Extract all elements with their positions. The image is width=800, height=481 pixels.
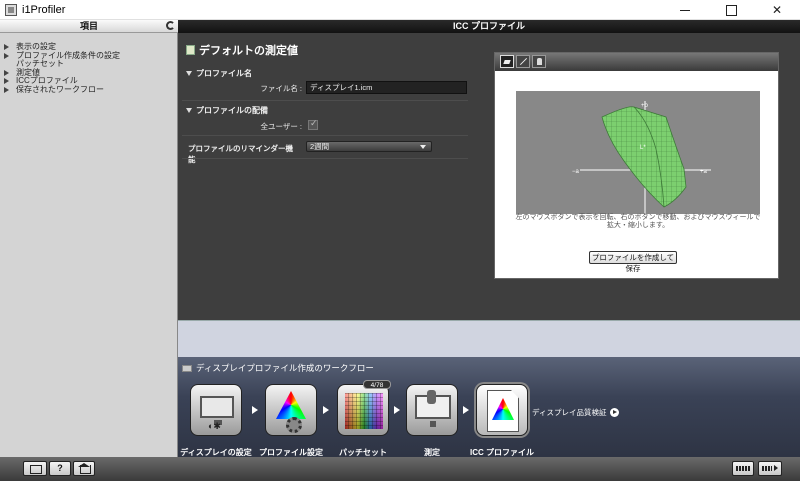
profile-preview-panel: +b −a +a L* 左のマウスボタンで表示を回転、右のボタンで移動、およびマ…: [494, 52, 779, 279]
expand-icon[interactable]: [4, 44, 9, 50]
sidebar-title: 項目: [79, 21, 98, 31]
close-icon: ✕: [771, 3, 783, 17]
page-title: ICC プロファイル: [178, 20, 800, 33]
gamut-3d-icon[interactable]: [500, 55, 514, 68]
previous-button[interactable]: [732, 461, 754, 476]
workflow-arrow-icon: [252, 406, 258, 414]
monitor-icon: [182, 365, 192, 372]
status-strip: [178, 320, 800, 357]
filename-input[interactable]: ディスプレイ1.icm: [306, 81, 467, 94]
preview-help-text: 左のマウスボタンで表示を回転、右のボタンで移動、およびマウスウィールで拡大・縮小…: [515, 214, 761, 229]
title-bar: i1Profiler ✕: [0, 0, 800, 20]
divider: [182, 135, 468, 136]
gamut-plot: +b −a +a L*: [572, 101, 711, 214]
minimize-button[interactable]: [662, 0, 708, 20]
workflow-step-patch-set[interactable]: [337, 384, 389, 436]
workflow-title-text: ディスプレイプロファイル作成のワークフロー: [196, 363, 374, 373]
verify-label: ディスプレイ品質検証: [532, 408, 607, 417]
colorimeter-icon: [427, 390, 436, 404]
main-panel: ICC プロファイル デフォルトの測定値 プロファイル名 ファイル名 : ディス…: [178, 20, 800, 320]
workflow-step-display-settings[interactable]: ◐✱: [190, 384, 242, 436]
section-title-text: デフォルトの測定値: [199, 45, 298, 57]
display-quality-verify-link[interactable]: ディスプレイ品質検証: [532, 407, 620, 418]
workflow-bar: ディスプレイプロファイル作成のワークフロー ◐✱ ディスプレイの設定 プロファイ…: [178, 357, 800, 457]
chevron-down-icon: [420, 145, 426, 149]
reminder-select[interactable]: 2週間: [306, 141, 432, 152]
gamut-shape: [601, 106, 687, 208]
sidebar-list: 表示の設定 プロファイル作成条件の設定 パッチセット 測定値 ICCプロファイル…: [4, 42, 174, 95]
all-users-label: 全ユーザー :: [260, 122, 302, 131]
collapse-icon[interactable]: [186, 71, 192, 76]
patch-count-badge: 4/78: [363, 380, 391, 389]
gear-icon: [286, 417, 302, 433]
axis-label-minus-a: −a: [572, 169, 580, 175]
profile-distribution-header[interactable]: プロファイルの配備: [186, 105, 268, 116]
next-button[interactable]: [758, 461, 782, 476]
expand-icon[interactable]: [4, 78, 9, 84]
patch-set-icon: [345, 393, 383, 429]
expand-icon[interactable]: [4, 86, 9, 93]
workflow-arrow-icon: [463, 406, 469, 414]
preview-toolbar: [495, 53, 778, 71]
axis-label-l: L*: [640, 145, 646, 151]
all-users-checkbox[interactable]: [308, 118, 318, 130]
profile-name-header[interactable]: プロファイル名: [186, 68, 252, 79]
workflow-step-measurement[interactable]: [406, 384, 458, 436]
workflow-arrow-icon: [323, 406, 329, 414]
workflow-step-profile-settings[interactable]: [265, 384, 317, 436]
sidebar-item-label: 保存されたワークフロー: [16, 84, 104, 94]
sidebar-header: 項目: [0, 20, 178, 33]
expand-icon[interactable]: [4, 52, 9, 59]
sidebar-item-saved-workflows[interactable]: 保存されたワークフロー: [4, 84, 174, 95]
gamut-3d-view[interactable]: +b −a +a L*: [516, 91, 760, 214]
axis-label-plus-b: +b: [641, 103, 649, 109]
monitor-settings-icon: [200, 396, 234, 425]
arrow-right-icon: [610, 408, 620, 417]
app-icon: [5, 4, 17, 16]
collapse-icon[interactable]: [186, 108, 192, 113]
window-title: i1Profiler: [22, 4, 66, 16]
reminder-label: プロファイルのリマインダー機能: [188, 144, 293, 164]
divider: [182, 158, 468, 159]
refresh-icon[interactable]: [166, 21, 175, 30]
maximize-button[interactable]: [708, 0, 754, 20]
help-icon: ?: [57, 463, 63, 473]
expand-icon[interactable]: [4, 69, 9, 76]
workflow-arrow-icon: [394, 406, 400, 414]
reminder-select-value: 2週間: [310, 142, 330, 151]
profile-name-header-text: プロファイル名: [196, 69, 252, 78]
tone-curve-icon[interactable]: [516, 55, 530, 68]
footer-bar: ?: [0, 457, 800, 481]
axis-label-plus-a: +a: [700, 169, 708, 175]
divider: [182, 100, 468, 101]
fit-screen-button[interactable]: [23, 461, 47, 476]
workflow-title: ディスプレイプロファイル作成のワークフロー: [182, 362, 374, 374]
filename-label: ファイル名 :: [260, 84, 302, 93]
close-button[interactable]: ✕: [754, 0, 800, 20]
workflow-step-icc-profile[interactable]: [476, 384, 528, 436]
section-title: デフォルトの測定値: [186, 42, 298, 58]
home-button[interactable]: [73, 461, 95, 476]
image-icon[interactable]: [532, 55, 546, 68]
document-icon: [186, 45, 195, 55]
help-button[interactable]: ?: [49, 461, 71, 476]
profile-distribution-header-text: プロファイルの配備: [196, 106, 268, 115]
brightness-icon: ◐✱: [208, 421, 221, 431]
profile-settings-icon: [276, 391, 306, 419]
sidebar: 項目 表示の設定 プロファイル作成条件の設定 パッチセット 測定値 ICCプロフ…: [0, 20, 178, 457]
create-and-save-profile-button[interactable]: プロファイルを作成して保存: [589, 251, 677, 273]
